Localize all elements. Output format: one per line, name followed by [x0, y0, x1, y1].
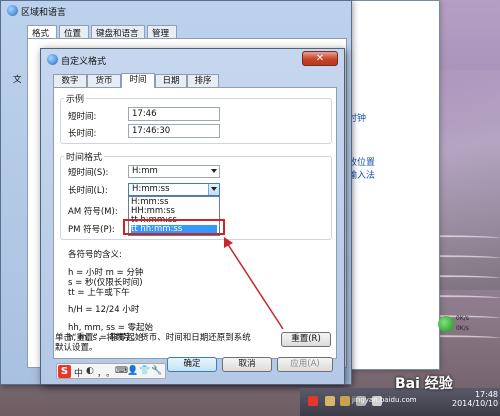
globe-icon [7, 5, 18, 16]
ime-settings-icon[interactable]: 🔧 [151, 366, 162, 376]
tab-keyboards-languages[interactable]: 键盘和语言 [91, 25, 145, 39]
tab-administrative[interactable]: 管理 [147, 25, 177, 39]
download-speed: 0K/s [456, 325, 469, 332]
tab-location[interactable]: 位置 [59, 25, 89, 39]
region-side-fragment: 文 [13, 75, 22, 85]
window-title: 区域和语言 [21, 8, 67, 18]
ime-punctuation-icon[interactable]: ， [97, 366, 106, 379]
sogou-tray-icon[interactable] [308, 396, 318, 406]
speed-meter-icon [438, 316, 454, 332]
ok-button[interactable]: 确定 [167, 357, 217, 372]
ime-chinese-mode-icon[interactable]: 中 [74, 366, 83, 379]
reset-button[interactable]: 重置(R) [281, 332, 331, 347]
ime-toolbar[interactable]: S 中 ◐ ， 。 ⌨ 👤 👕 🔧 [56, 363, 166, 379]
ime-halfwidth-icon[interactable]: ◐ [86, 366, 94, 376]
watermark-url: jingyan.baidu.com [352, 396, 417, 404]
tab-formats[interactable]: 格式 [27, 25, 57, 39]
custom-format-dialog: 自定义格式 ✕ 数字 货币 时间 日期 排序 示例 短时间: 17:46 长时间… [40, 48, 345, 385]
baidu-jingyan-watermark: Bai 经验 [395, 376, 453, 392]
user-tray-icon[interactable] [340, 396, 350, 406]
taskbar-clock[interactable]: 17:48 2014/10/10 [452, 390, 498, 408]
ime-skin-icon[interactable]: 👕 [139, 366, 150, 376]
sogou-logo-icon[interactable]: S [58, 365, 71, 378]
upload-speed: 0K/s [456, 315, 469, 322]
clock-time: 17:48 [474, 390, 498, 399]
cancel-button[interactable]: 取消 [222, 357, 272, 372]
network-speed-meter: 0K/s 0K/s [438, 313, 478, 335]
user-tray-icon[interactable] [325, 396, 335, 406]
ime-user-icon[interactable]: 👤 [127, 366, 138, 376]
annotation-arrow-line [226, 242, 284, 330]
ime-period-icon[interactable]: 。 [106, 366, 115, 379]
apply-button[interactable]: 应用(A) [277, 357, 333, 372]
clock-date: 2014/10/10 [452, 399, 499, 408]
reset-description-line2: 默认设置。 [55, 343, 98, 353]
tab-time[interactable]: 时间 [121, 73, 155, 88]
